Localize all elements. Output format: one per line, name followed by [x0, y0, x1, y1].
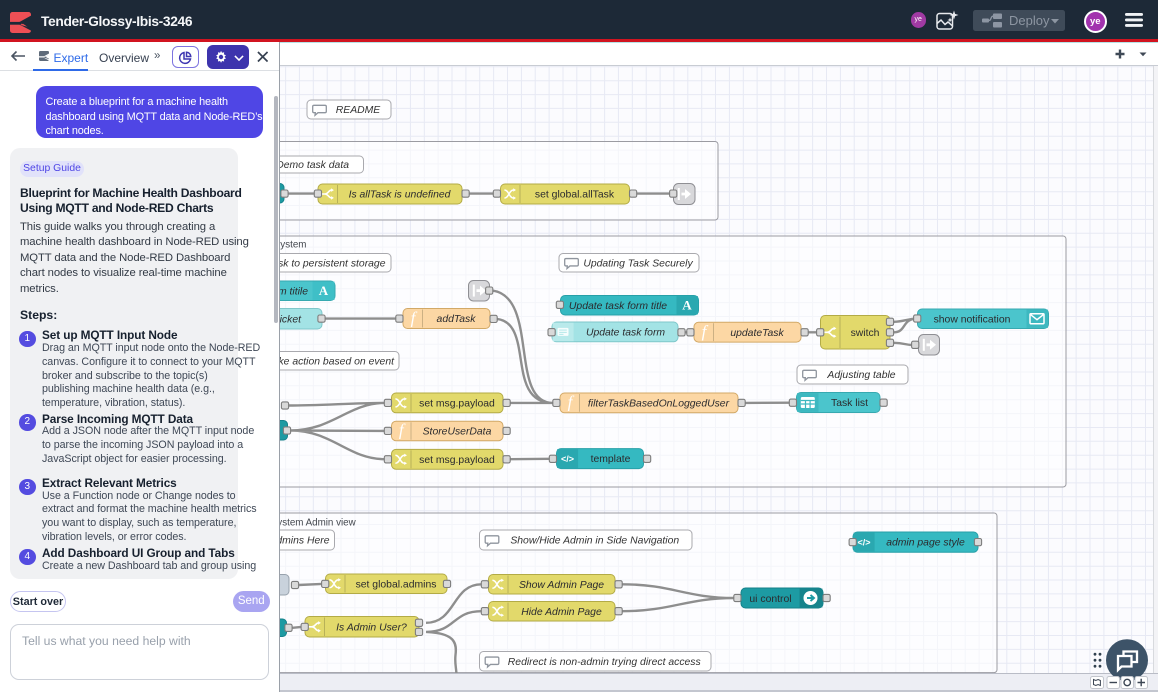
svg-text:filterTaskBasedOnLoggedUser: filterTaskBasedOnLoggedUser [588, 399, 730, 410]
svg-text:Is Admin User?: Is Admin User? [336, 622, 407, 633]
svg-text:Save task to persistent storag: Save task to persistent storage [280, 258, 386, 269]
svg-text:Task list: Task list [831, 398, 868, 409]
svg-text:Redirect is non-admin trying d: Redirect is non-admin trying direct acce… [508, 657, 701, 668]
svg-text:StoreUserData: StoreUserData [423, 427, 492, 438]
svg-text:Updating Task Securely: Updating Task Securely [583, 258, 693, 269]
svg-text:Update task form title: Update task form title [569, 301, 667, 312]
svg-text:Take action based on event: Take action based on event [280, 356, 395, 367]
svg-text:set msg.payload: set msg.payload [419, 455, 495, 466]
svg-text:set global.allTask: set global.allTask [535, 190, 615, 201]
svg-text:set global.admins: set global.admins [356, 579, 437, 590]
svg-text:show notification: show notification [934, 314, 1011, 325]
svg-text:</>: </> [857, 538, 870, 548]
svg-text:template: template [591, 454, 631, 465]
svg-text:A: A [682, 298, 692, 313]
svg-text:Is allTask is undefined: Is allTask is undefined [349, 190, 452, 201]
svg-text:Task Management System Admin v: Task Management System Admin view [280, 518, 357, 529]
svg-text:admin page style: admin page style [886, 538, 965, 549]
svg-text:Demo task data: Demo task data [280, 160, 349, 171]
svg-text:set msg.payload: set msg.payload [419, 399, 495, 410]
svg-text:Task Management System: Task Management System [280, 240, 306, 251]
svg-text:README: README [336, 105, 382, 116]
svg-text:task form titile: task form titile [280, 286, 308, 297]
svg-text:Add Admins Here: Add Admins Here [280, 536, 330, 547]
svg-text:</>: </> [561, 454, 574, 464]
svg-text:updateTask: updateTask [730, 328, 784, 339]
svg-text:switch: switch [851, 328, 880, 339]
svg-text:Show/Hide Admin in Side Naviga: Show/Hide Admin in Side Navigation [510, 536, 679, 547]
svg-text:Update task form: Update task form [586, 328, 665, 339]
svg-text:Show Admin Page: Show Admin Page [519, 580, 604, 591]
svg-text:addTask: addTask [437, 314, 477, 325]
svg-text:Add ticket: Add ticket [280, 314, 302, 325]
svg-text:A: A [319, 283, 329, 298]
svg-text:ui control: ui control [749, 594, 791, 605]
svg-text:Hide Admin Page: Hide Admin Page [521, 607, 602, 618]
svg-text:Adjusting table: Adjusting table [826, 370, 895, 381]
